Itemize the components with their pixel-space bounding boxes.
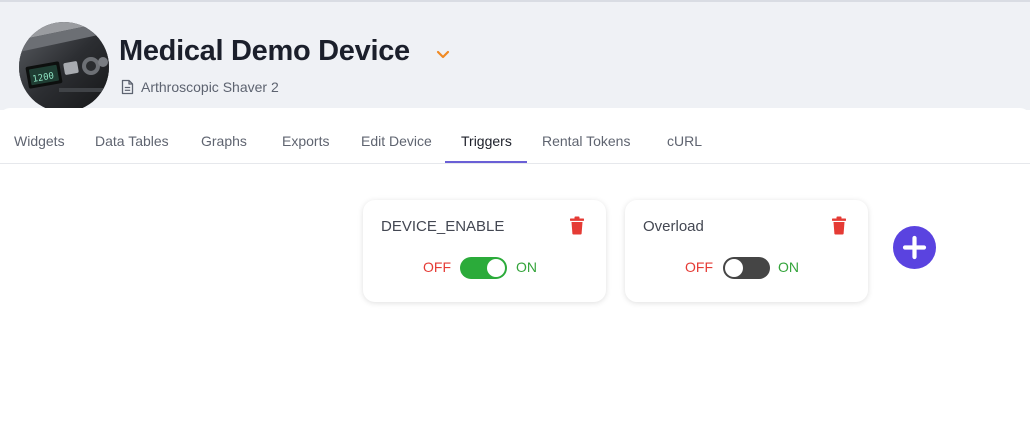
toggle-knob <box>725 259 743 277</box>
tab-exports[interactable]: Exports <box>282 108 329 163</box>
tab-graphs[interactable]: Graphs <box>201 108 247 163</box>
device-title: Medical Demo Device <box>119 35 410 67</box>
main-content: Widgets Data Tables Graphs Exports Edit … <box>0 108 1030 439</box>
tab-bar: Widgets Data Tables Graphs Exports Edit … <box>0 108 1030 164</box>
trigger-toggle-switch[interactable] <box>723 257 770 279</box>
device-subtitle: Arthroscopic Shaver 2 <box>121 77 279 97</box>
toggle-knob <box>487 259 505 277</box>
tab-curl[interactable]: cURL <box>667 108 702 163</box>
device-header: 1200 Medical Demo Device Arthroscopic Sh… <box>0 0 1030 112</box>
trigger-card: Overload OFF ON <box>625 200 868 302</box>
trigger-card: DEVICE_ENABLE OFF ON <box>363 200 606 302</box>
tab-data-tables[interactable]: Data Tables <box>95 108 169 163</box>
add-trigger-button[interactable] <box>893 226 936 269</box>
trigger-name: Overload <box>643 218 704 235</box>
on-label: ON <box>516 259 537 275</box>
plus-icon <box>902 235 927 260</box>
on-label: ON <box>778 259 799 275</box>
tab-edit-device[interactable]: Edit Device <box>361 108 432 163</box>
tab-triggers[interactable]: Triggers <box>461 108 512 163</box>
off-label: OFF <box>423 259 451 275</box>
trigger-name: DEVICE_ENABLE <box>381 218 505 235</box>
device-avatar: 1200 <box>19 22 109 112</box>
tab-rental-tokens[interactable]: Rental Tokens <box>542 108 630 163</box>
active-tab-indicator <box>445 161 527 163</box>
document-icon <box>121 79 134 95</box>
chevron-down-icon[interactable] <box>434 48 452 62</box>
off-label: OFF <box>685 259 713 275</box>
device-subtitle-text: Arthroscopic Shaver 2 <box>141 79 279 95</box>
trash-icon[interactable] <box>569 216 585 235</box>
trash-icon[interactable] <box>831 216 847 235</box>
trigger-toggle-switch[interactable] <box>460 257 507 279</box>
trigger-toggle-row: OFF ON <box>625 257 868 279</box>
trigger-toggle-row: OFF ON <box>363 257 606 279</box>
tab-widgets[interactable]: Widgets <box>14 108 65 163</box>
